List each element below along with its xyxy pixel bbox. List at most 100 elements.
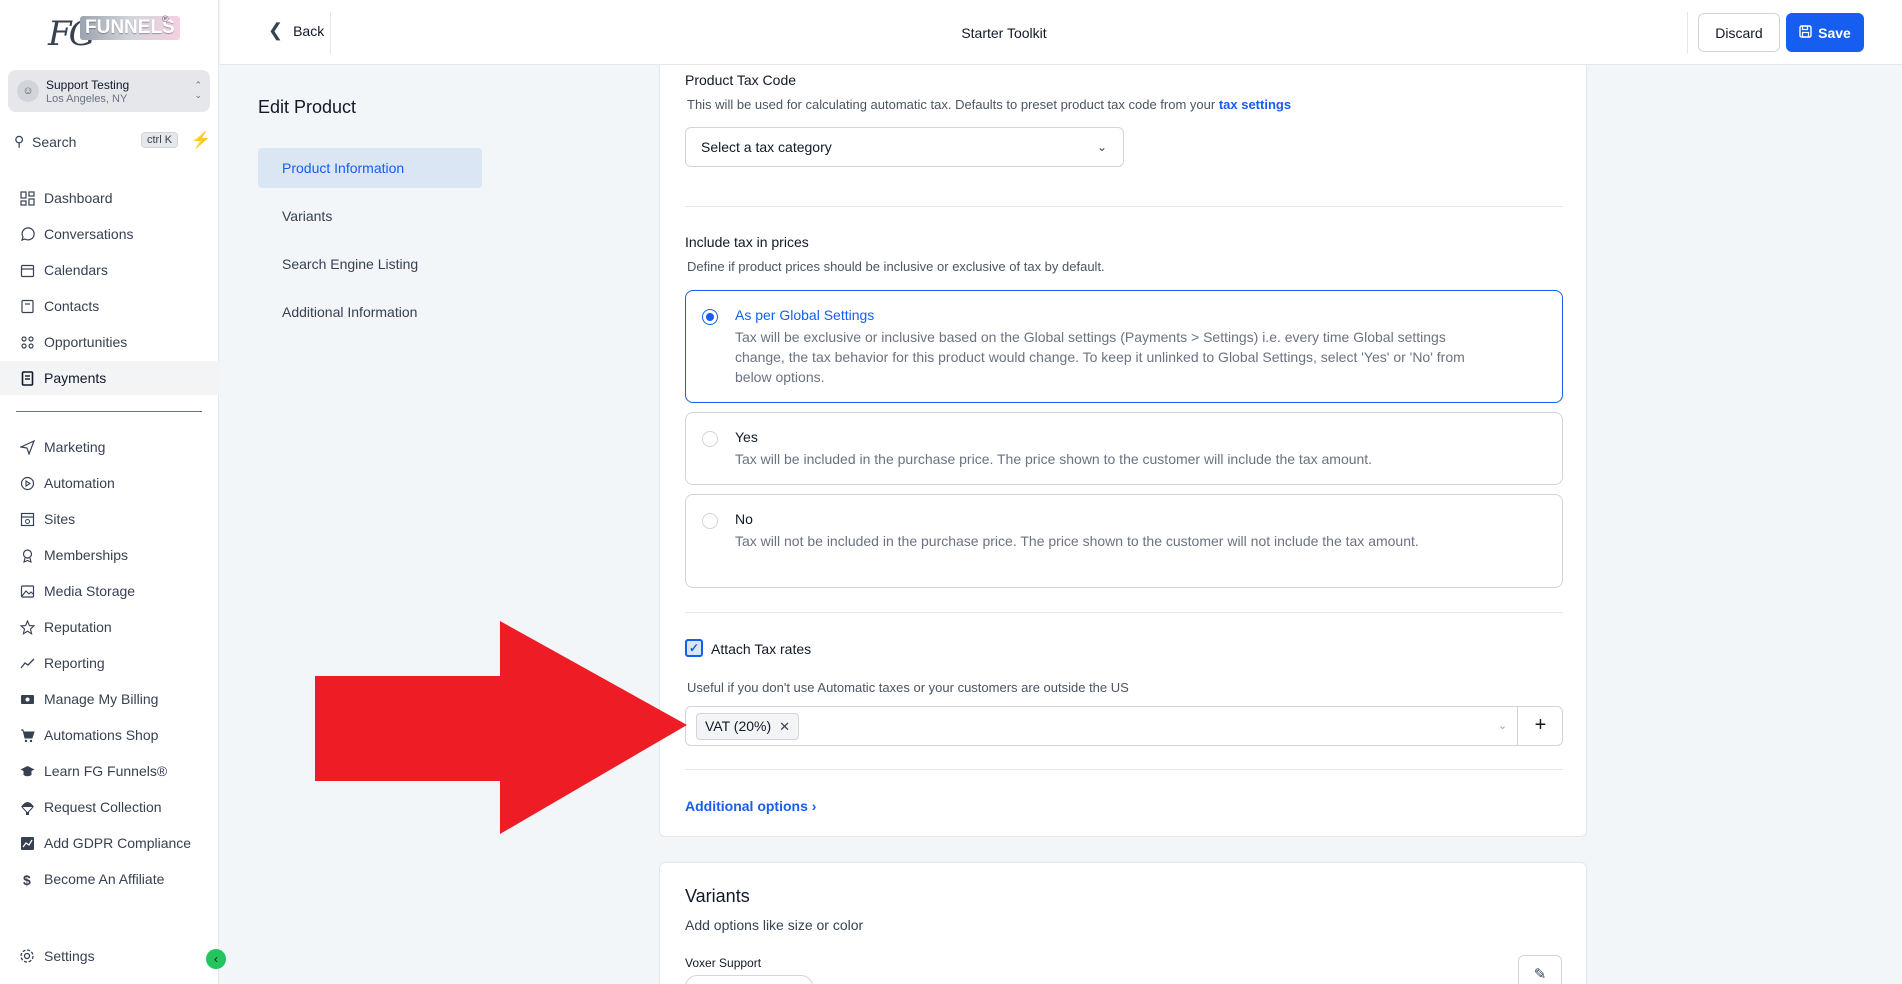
sidebar-item-add-gdpr-compliance[interactable]: Add GDPR Compliance	[0, 826, 219, 860]
tax-option-no[interactable]: No Tax will not be included in the purch…	[685, 494, 1563, 588]
sidebar-item-label: Automations Shop	[44, 727, 159, 743]
sidebar-item-label: Automation	[44, 475, 115, 491]
collapse-sidebar-button[interactable]: ‹	[206, 949, 226, 969]
lightning-icon[interactable]: ⚡	[191, 130, 211, 150]
sidebar-item-reporting[interactable]: Reporting	[0, 646, 219, 680]
variants-card: Variants Add options like size or color …	[659, 862, 1587, 984]
sidebar-item-payments[interactable]: Payments	[0, 361, 219, 395]
star-icon	[18, 618, 36, 636]
sidebar-item-become-an-affiliate[interactable]: $ Become An Affiliate	[0, 862, 219, 896]
sidebar-item-label: Opportunities	[44, 334, 128, 350]
sidebar-item-request-collection[interactable]: Request Collection	[0, 790, 219, 824]
attach-tax-rates-help: Useful if you don't use Automatic taxes …	[687, 680, 1129, 695]
top-bar: ❮ Back Starter Toolkit Discard Save	[220, 0, 1902, 65]
send-icon	[18, 438, 36, 456]
sidebar-item-automation[interactable]: Automation	[0, 466, 219, 500]
tax-option-global[interactable]: As per Global Settings Tax will be exclu…	[685, 290, 1563, 403]
additional-options-link[interactable]: Additional options ›	[685, 798, 816, 814]
sidebar-item-marketing[interactable]: Marketing	[0, 430, 219, 464]
search-bar[interactable]: ⚲ Search ctrl K ⚡	[8, 128, 211, 154]
sidebar-item-label: Reporting	[44, 655, 105, 671]
radio-unselected[interactable]	[702, 431, 718, 447]
opportunities-icon	[18, 333, 36, 351]
sidebar-divider	[16, 411, 202, 412]
sidebar-item-settings[interactable]: Settings	[0, 939, 219, 973]
pencil-icon: ✎	[1533, 966, 1547, 983]
sidebar-item-media-storage[interactable]: Media Storage	[0, 574, 219, 608]
discard-button[interactable]: Discard	[1698, 13, 1780, 52]
sidebar-item-dashboard[interactable]: Dashboard	[0, 181, 219, 215]
sidebar-item-manage-my-billing[interactable]: Manage My Billing	[0, 682, 219, 716]
subnav-search-engine-listing[interactable]: Search Engine Listing	[258, 244, 482, 284]
include-tax-help: Define if product prices should be inclu…	[687, 259, 1105, 274]
chat-icon	[18, 225, 36, 243]
red-arrow-annotation	[315, 621, 687, 834]
billing-icon	[18, 690, 36, 708]
account-switcher[interactable]: ☺ Support Testing Los Angeles, NY ⌃ ⌄	[8, 70, 210, 112]
sidebar-item-label: Become An Affiliate	[44, 871, 165, 887]
product-information-card: Product Tax Code This will be used for c…	[659, 65, 1587, 837]
sidebar-item-conversations[interactable]: Conversations	[0, 217, 219, 251]
svg-text:$: $	[23, 872, 31, 887]
sites-icon	[18, 510, 36, 528]
sidebar-item-automations-shop[interactable]: Automations Shop	[0, 718, 219, 752]
sidebar-item-memberships[interactable]: Memberships	[0, 538, 219, 572]
sidebar-item-label: Learn FG Funnels®	[44, 763, 168, 779]
divider	[1687, 12, 1688, 54]
chevron-down-icon: ⌄	[1096, 140, 1107, 154]
sidebar-item-opportunities[interactable]: Opportunities	[0, 325, 219, 359]
sidebar-item-contacts[interactable]: Contacts	[0, 289, 219, 323]
sidebar-item-label: Calendars	[44, 262, 108, 278]
sidebar-item-reputation[interactable]: Reputation	[0, 610, 219, 644]
tax-settings-link[interactable]: tax settings	[1219, 97, 1291, 112]
page-title: Starter Toolkit	[961, 25, 1047, 41]
floppy-disk-icon	[1799, 24, 1812, 41]
edit-product-title: Edit Product	[258, 97, 357, 117]
payments-icon	[18, 369, 36, 387]
radio-selected[interactable]	[702, 309, 718, 325]
sidebar: FG FUNNELS ® ☺ Support Testing Los Angel…	[0, 0, 226, 984]
subnav-variants[interactable]: Variants	[258, 196, 482, 236]
radio-unselected[interactable]	[702, 513, 718, 529]
sidebar-item-sites[interactable]: Sites	[0, 502, 219, 536]
chevron-down-icon: ⌄	[1498, 720, 1508, 732]
edit-variant-button[interactable]: ✎	[1518, 955, 1562, 984]
variants-title: Variants	[685, 886, 750, 906]
memberships-icon	[18, 546, 36, 564]
save-button[interactable]: Save	[1786, 13, 1864, 52]
sidebar-item-calendars[interactable]: Calendars	[0, 253, 219, 287]
attach-tax-rates-checkbox[interactable]: ✓	[685, 639, 703, 657]
calendar-icon	[18, 261, 36, 279]
attach-tax-rates-label: Attach Tax rates	[711, 641, 812, 657]
section-divider	[685, 612, 1563, 613]
section-divider	[685, 769, 1563, 770]
sidebar-item-label: Reputation	[44, 619, 112, 635]
gdpr-icon	[18, 834, 36, 852]
cart-icon	[18, 726, 36, 744]
tax-option-yes[interactable]: Yes Tax will be included in the purchase…	[685, 412, 1563, 485]
account-name: Support Testing	[46, 78, 130, 92]
sidebar-item-learn-fg-funnels[interactable]: Learn FG Funnels®	[0, 754, 219, 788]
sidebar-item-label: Payments	[44, 370, 107, 386]
chart-icon	[18, 654, 36, 672]
automation-icon	[18, 474, 36, 492]
sidebar-item-label: Contacts	[44, 298, 100, 314]
tax-rates-multiselect[interactable]: VAT (20%) ✕ ⌄ +	[685, 706, 1563, 746]
tax-category-select[interactable]: Select a tax category ⌄	[685, 127, 1124, 167]
fg-funnels-logo[interactable]: FG FUNNELS ®	[48, 12, 180, 58]
sidebar-item-label: Add GDPR Compliance	[44, 835, 192, 851]
close-icon[interactable]: ✕	[779, 714, 790, 739]
subnav-product-information[interactable]: Product Information	[258, 148, 482, 188]
variant-option-name: Voxer Support	[685, 956, 762, 970]
contacts-icon	[18, 297, 36, 315]
section-divider	[685, 206, 1563, 207]
add-tax-rate-button[interactable]: +	[1517, 707, 1563, 745]
gear-icon	[18, 947, 36, 965]
sidebar-item-label: Request Collection	[44, 799, 162, 815]
chevron-up-down-icon: ⌃ ⌄	[194, 80, 202, 100]
search-icon: ⚲	[14, 133, 25, 149]
tax-rate-tag: VAT (20%) ✕	[696, 713, 800, 740]
sidebar-item-label: Marketing	[44, 439, 106, 455]
subnav-additional-information[interactable]: Additional Information	[258, 292, 482, 332]
account-avatar-icon: ☺	[17, 80, 39, 102]
